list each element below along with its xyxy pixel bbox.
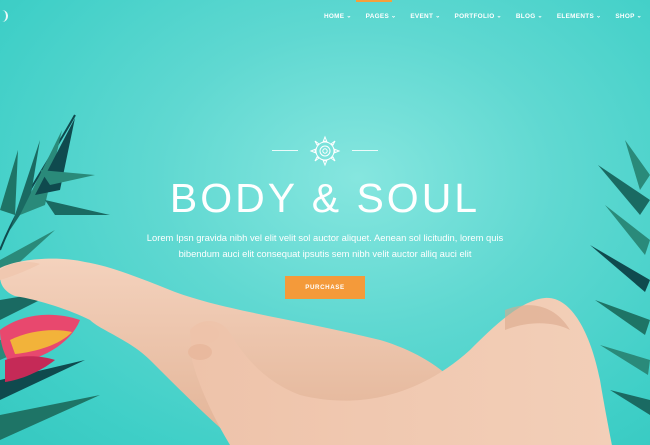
chevron-down-icon: ⌄ bbox=[537, 13, 543, 20]
chevron-down-icon: ⌄ bbox=[596, 13, 602, 20]
chevron-down-icon: ⌄ bbox=[496, 13, 502, 20]
chevron-down-icon: ⌄ bbox=[636, 13, 642, 20]
menu-item-label: HOME bbox=[323, 13, 345, 20]
hero-subtitle-line: bibendum auci elit consequat ipsutis sem… bbox=[178, 248, 472, 259]
menu-item-event[interactable]: EVENT ⌄ bbox=[410, 13, 440, 20]
main-menu: HOME ⌄ PAGES ⌄ EVENT ⌄ PORTFOLIO ⌄ BLOG … bbox=[310, 13, 642, 20]
menu-item-label: SHOP bbox=[615, 13, 635, 20]
logo[interactable] bbox=[0, 10, 8, 22]
menu-item-label: ELEMENTS bbox=[556, 13, 595, 20]
menu-item-home[interactable]: HOME ⌄ bbox=[324, 13, 352, 20]
menu-item-label: PORTFOLIO bbox=[454, 13, 495, 20]
active-menu-indicator bbox=[356, 0, 392, 2]
chevron-down-icon: ⌄ bbox=[391, 13, 397, 20]
menu-item-portfolio[interactable]: PORTFOLIO ⌄ bbox=[455, 13, 502, 20]
ornament-line-right bbox=[352, 150, 378, 151]
hero-artwork bbox=[0, 114, 650, 445]
menu-item-label: EVENT bbox=[410, 13, 434, 20]
mandala-icon bbox=[309, 135, 341, 167]
hero-title: BODY & SOUL bbox=[169, 175, 481, 221]
menu-item-elements[interactable]: ELEMENTS ⌄ bbox=[557, 13, 602, 20]
chevron-down-icon: ⌄ bbox=[435, 13, 441, 20]
menu-item-blog[interactable]: BLOG ⌄ bbox=[516, 13, 543, 20]
ornament-line-left bbox=[272, 150, 298, 151]
menu-item-label: BLOG bbox=[515, 13, 536, 20]
hero-subtitle: Lorem Ipsn gravida nibh vel elit velit s… bbox=[0, 230, 650, 262]
chevron-down-icon: ⌄ bbox=[346, 13, 352, 20]
title-ornament bbox=[0, 135, 650, 167]
top-navigation: HOME ⌄ PAGES ⌄ EVENT ⌄ PORTFOLIO ⌄ BLOG … bbox=[0, 0, 650, 34]
hero-subtitle-line: Lorem Ipsn gravida nibh vel elit velit s… bbox=[146, 232, 504, 243]
menu-item-label: PAGES bbox=[365, 13, 390, 20]
menu-item-shop[interactable]: SHOP ⌄ bbox=[615, 13, 642, 20]
purchase-button[interactable]: PURCHASE bbox=[285, 276, 365, 299]
menu-item-pages[interactable]: PAGES ⌄ bbox=[366, 13, 397, 20]
hero-section: HOME ⌄ PAGES ⌄ EVENT ⌄ PORTFOLIO ⌄ BLOG … bbox=[0, 0, 650, 445]
